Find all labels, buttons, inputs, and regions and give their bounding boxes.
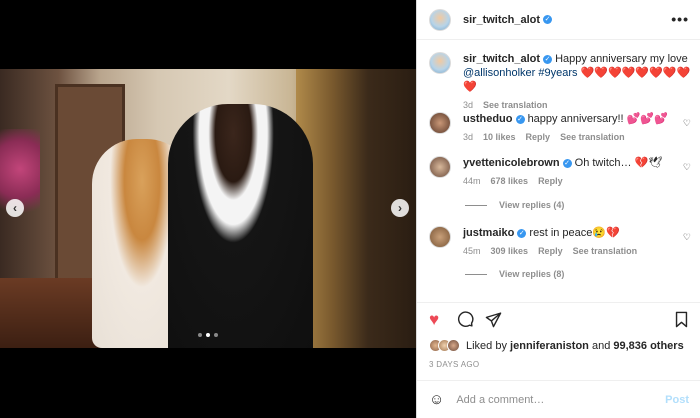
liked-by-prefix: Liked by <box>466 339 507 352</box>
author-avatar[interactable] <box>429 8 451 31</box>
comment-item: yvettenicolebrown ✓ Oh twitch… 💔🕊 44m 678… <box>429 156 691 188</box>
comment-text: Oh twitch… 💔🕊 <box>574 157 663 169</box>
view-replies-label: View replies (4) <box>499 200 565 210</box>
comment-item: ustheduo ✓ happy anniversary!! 💕💕💕 3d 10 … <box>429 112 691 144</box>
carousel-dots <box>0 333 416 337</box>
view-replies-button[interactable]: View replies (8) <box>465 269 564 279</box>
comment-username[interactable]: yvettenicolebrown <box>463 157 560 169</box>
view-replies-button[interactable]: View replies (4) <box>465 200 564 210</box>
verified-badge-icon: ✓ <box>543 54 553 64</box>
carousel-prev-button[interactable]: ‹ <box>6 199 24 217</box>
comment-username[interactable]: justmaiko <box>463 227 514 239</box>
commenter-avatar[interactable] <box>429 156 451 178</box>
carousel-dot <box>214 333 218 337</box>
verified-badge-icon: ✓ <box>543 15 553 24</box>
comment-username[interactable]: ustheduo <box>463 113 513 125</box>
replies-line <box>465 204 487 206</box>
comment-input[interactable] <box>456 393 666 406</box>
caption-time: 3d <box>463 100 474 110</box>
liked-by-user[interactable]: jenniferaniston <box>510 340 589 352</box>
post-button[interactable]: Post <box>665 394 689 406</box>
reply-button[interactable]: Reply <box>526 130 551 144</box>
see-translation-link[interactable]: See translation <box>483 98 548 112</box>
comment-likes[interactable]: 678 likes <box>491 174 529 188</box>
verified-badge-icon: ✓ <box>562 158 572 168</box>
liker-avatar[interactable] <box>447 339 460 352</box>
post-side-panel: sir_twitch_alot ✓ ••• sir_twitch_alot ✓ H… <box>416 0 700 418</box>
comment-likes[interactable]: 10 likes <box>483 130 516 144</box>
post-photo[interactable] <box>0 69 416 348</box>
carousel-dot-active <box>206 333 210 337</box>
caption: sir_twitch_alot ✓ Happy anniversary my lo… <box>429 52 691 112</box>
chevron-right-icon: › <box>398 201 402 215</box>
caption-hashtag[interactable]: #9years <box>538 67 577 79</box>
replies-line <box>465 273 487 275</box>
comment-like-heart-icon[interactable]: ♡ <box>683 232 691 243</box>
chevron-left-icon: ‹ <box>13 201 17 215</box>
groom-figure <box>168 104 313 348</box>
comment-like-heart-icon[interactable]: ♡ <box>683 162 691 173</box>
comment-text: rest in peace😢💔 <box>529 227 620 239</box>
view-replies-label: View replies (8) <box>499 269 565 279</box>
caption-text: Happy anniversary my love <box>555 53 688 65</box>
see-translation-link[interactable]: See translation <box>560 130 625 144</box>
more-options-icon[interactable]: ••• <box>671 11 689 27</box>
comment-time: 45m <box>463 246 481 256</box>
media-panel: ‹ › <box>0 0 416 418</box>
verified-badge-icon: ✓ <box>515 114 525 124</box>
carousel-next-button[interactable]: › <box>391 199 409 217</box>
liked-by-conj: and <box>591 339 611 352</box>
action-bar: ♥ <box>417 302 700 338</box>
caption-username[interactable]: sir_twitch_alot <box>463 53 540 65</box>
comment-item: justmaiko ✓ rest in peace😢💔 45m 309 likes… <box>429 226 691 258</box>
liked-by-count[interactable]: 99,836 others <box>613 340 683 352</box>
commenter-avatar[interactable] <box>429 112 451 134</box>
reply-button[interactable]: Reply <box>538 244 563 258</box>
paper-plane-svg <box>485 312 502 328</box>
comment-bubble-svg <box>457 311 474 327</box>
add-comment-bar: ☺ Post <box>417 380 700 418</box>
comment-time: 44m <box>463 176 481 186</box>
verified-badge-icon: ✓ <box>517 228 527 238</box>
author-username[interactable]: sir_twitch_alot <box>463 14 540 26</box>
post-date: 3 DAYS AGO <box>429 360 480 369</box>
post-header: sir_twitch_alot ✓ ••• <box>417 0 700 40</box>
like-heart-icon[interactable]: ♥ <box>429 311 439 329</box>
commenter-avatar[interactable] <box>429 226 451 248</box>
caption-mention[interactable]: @allisonholker <box>463 67 535 79</box>
bookmark-svg <box>675 311 688 328</box>
comment-likes[interactable]: 309 likes <box>491 244 529 258</box>
comment-icon[interactable] <box>457 311 474 332</box>
comment-text: happy anniversary!! 💕💕💕 <box>527 113 668 125</box>
comment-time: 3d <box>463 132 474 142</box>
bookmark-icon[interactable] <box>674 311 689 332</box>
emoji-icon[interactable]: ☺ <box>429 391 444 408</box>
author-avatar[interactable] <box>429 52 451 74</box>
carousel-dot <box>198 333 202 337</box>
comments-list: sir_twitch_alot ✓ Happy anniversary my lo… <box>417 40 700 302</box>
comment-like-heart-icon[interactable]: ♡ <box>683 118 691 129</box>
reply-button[interactable]: Reply <box>538 174 563 188</box>
share-icon[interactable] <box>485 311 502 332</box>
likes-summary: Liked by jenniferaniston and 99,836 othe… <box>429 339 684 352</box>
see-translation-link[interactable]: See translation <box>573 244 638 258</box>
